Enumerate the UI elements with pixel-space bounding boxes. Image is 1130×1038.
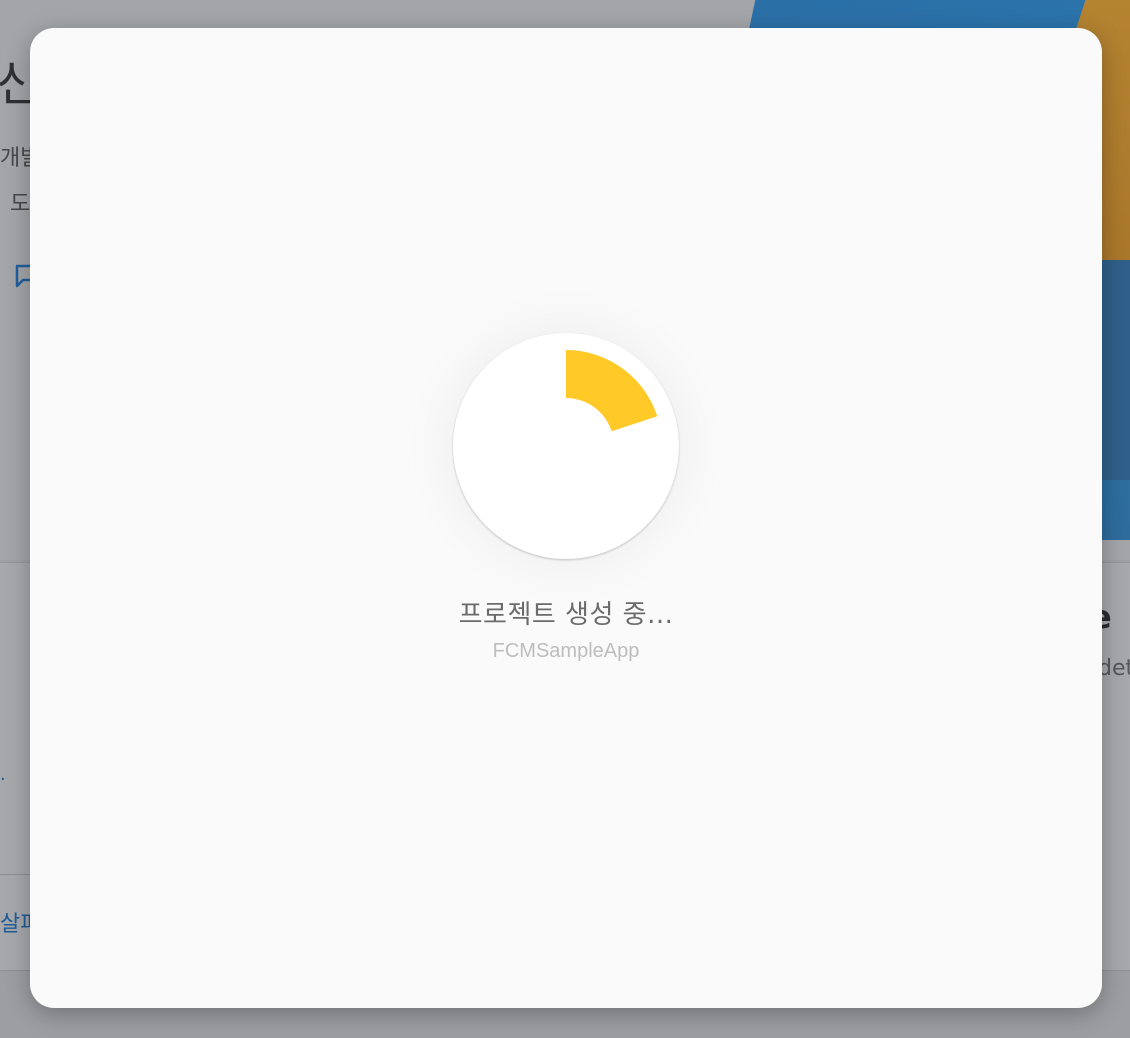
background-card-subtext: det <box>1098 656 1130 681</box>
background-bullet: . <box>0 764 6 785</box>
loading-spinner-icon <box>566 350 658 432</box>
spinner-arc <box>566 350 658 432</box>
create-project-dialog: 프로젝트 생성 중... FCMSampleApp <box>30 28 1102 1008</box>
creating-project-status: 프로젝트 생성 중... <box>458 600 674 630</box>
project-name-label: FCMSampleApp <box>492 640 640 662</box>
loading-spinner <box>453 333 679 559</box>
background-text-line-2: 도 <box>10 192 31 217</box>
